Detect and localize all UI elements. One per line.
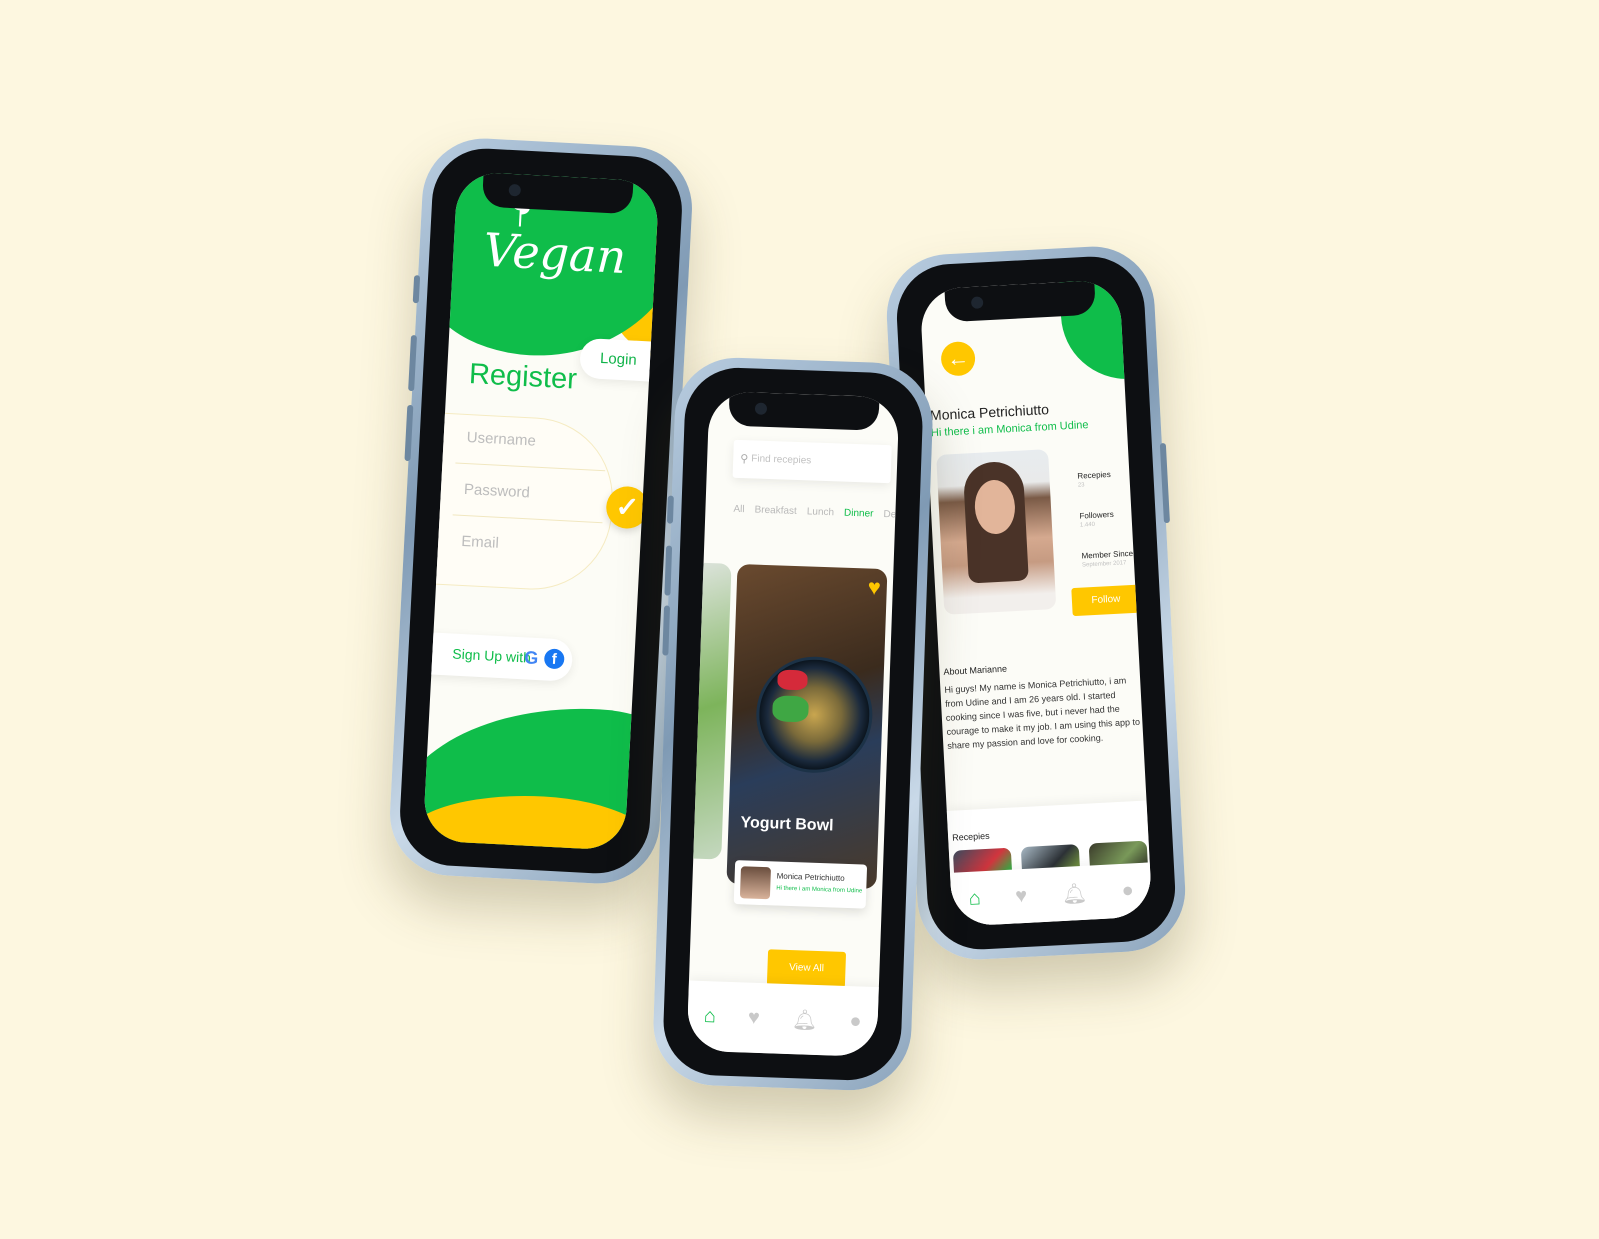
username-field[interactable]: Username (466, 429, 536, 450)
author-card[interactable]: Monica Petrichiutto Hi there i am Monica… (733, 860, 868, 909)
login-tab-button[interactable]: Login (579, 337, 660, 383)
follow-button[interactable]: Follow (1071, 584, 1141, 617)
search-icon: ⚲ (740, 453, 749, 466)
author-name: Monica Petrichiutto (776, 871, 845, 883)
profile-photo (936, 449, 1057, 615)
phone-register: Vegan Login Register Username Password E… (386, 135, 696, 887)
social-signup-bar: Sign Up with G f (422, 632, 574, 682)
divider (452, 514, 603, 524)
heart-icon[interactable]: ♥ (1015, 884, 1028, 908)
bottom-tab-bar: ⌂ ♥ 🔔︎ ● (950, 862, 1153, 927)
email-field[interactable]: Email (461, 533, 499, 552)
recepies-stat-label: Recepies (1077, 469, 1111, 481)
member-since-value: September 2017 (1081, 560, 1127, 569)
recepies-title: Recepies (951, 830, 990, 843)
tab-dessert[interactable]: Dessert (883, 509, 899, 521)
side-button (408, 334, 418, 392)
profile-screen: ← Monica Petrichiutto Hi there i am Moni… (919, 279, 1153, 927)
notch (728, 391, 880, 431)
recipe-card-prev[interactable] (686, 561, 732, 860)
side-button (664, 545, 673, 596)
author-bio: Hi there i am Monica from Udine (776, 885, 863, 895)
divider (455, 462, 606, 472)
register-screen: Vegan Login Register Username Password E… (422, 171, 660, 851)
recepies-panel: Recepies ⌂ ♥ 🔔︎ ● (946, 800, 1153, 927)
facebook-icon[interactable]: f (543, 648, 565, 670)
profile-bio: Hi there i am Monica from Udine (930, 419, 1089, 440)
home-icon[interactable]: ⌂ (968, 887, 981, 911)
side-button (412, 275, 421, 304)
tab-lunch[interactable]: Lunch (807, 506, 835, 518)
vegan-logo: Vegan (482, 222, 628, 285)
tab-all[interactable]: All (733, 504, 745, 515)
user-icon[interactable]: ● (1121, 879, 1134, 903)
heart-icon[interactable]: ♥ (748, 1006, 761, 1029)
featured-recipe-card[interactable]: ♥ Yogurt Bowl (726, 563, 888, 890)
password-field[interactable]: Password (464, 481, 531, 501)
tab-dinner[interactable]: Dinner (844, 508, 874, 520)
about-title: About Marianne (943, 663, 1008, 677)
side-button (666, 495, 674, 524)
tab-breakfast[interactable]: Breakfast (754, 505, 797, 517)
search-input[interactable]: ⚲ Find recepies (732, 439, 892, 484)
search-placeholder: Find recepies (751, 453, 812, 467)
followers-stat-value: 1.440 (1079, 521, 1096, 529)
signup-with-label: Sign Up with (451, 645, 532, 666)
favorite-heart-icon[interactable]: ♥ (867, 575, 881, 601)
side-button (1159, 442, 1170, 524)
view-all-button[interactable]: View All (766, 949, 847, 988)
bell-icon[interactable]: 🔔︎ (792, 1007, 818, 1033)
category-tabs: All Breakfast Lunch Dinner Dessert (733, 504, 899, 521)
phone-profile: ← Monica Petrichiutto Hi there i am Moni… (883, 243, 1189, 963)
register-form: Username Password Email (426, 412, 617, 594)
side-button (404, 404, 414, 462)
recepies-stat-value: 23 (1077, 482, 1085, 489)
profile-name: Monica Petrichiutto (929, 401, 1050, 424)
followers-stat-label: Followers (1079, 509, 1114, 521)
submit-check-button[interactable]: ✓ (605, 485, 650, 530)
bottom-tab-bar: ⌂ ♥ 🔔︎ ● (686, 980, 879, 1058)
about-text: Hi guys! My name is Monica Petrichiutto,… (944, 675, 1141, 751)
phone-home: ⚲ Find recepies All Breakfast Lunch Dinn… (651, 355, 935, 1093)
member-since-label: Member Since (1081, 548, 1134, 561)
avatar (739, 866, 771, 900)
user-icon[interactable]: ● (849, 1010, 862, 1033)
home-icon[interactable]: ⌂ (703, 1005, 716, 1028)
featured-recipe-title: Yogurt Bowl (740, 814, 834, 835)
home-screen: ⚲ Find recepies All Breakfast Lunch Dinn… (686, 390, 900, 1058)
bell-icon[interactable]: 🔔︎ (1061, 880, 1088, 906)
google-icon[interactable]: G (524, 647, 539, 669)
register-title: Register (468, 358, 578, 396)
back-arrow-icon[interactable]: ← (940, 340, 976, 377)
side-button (662, 605, 671, 656)
